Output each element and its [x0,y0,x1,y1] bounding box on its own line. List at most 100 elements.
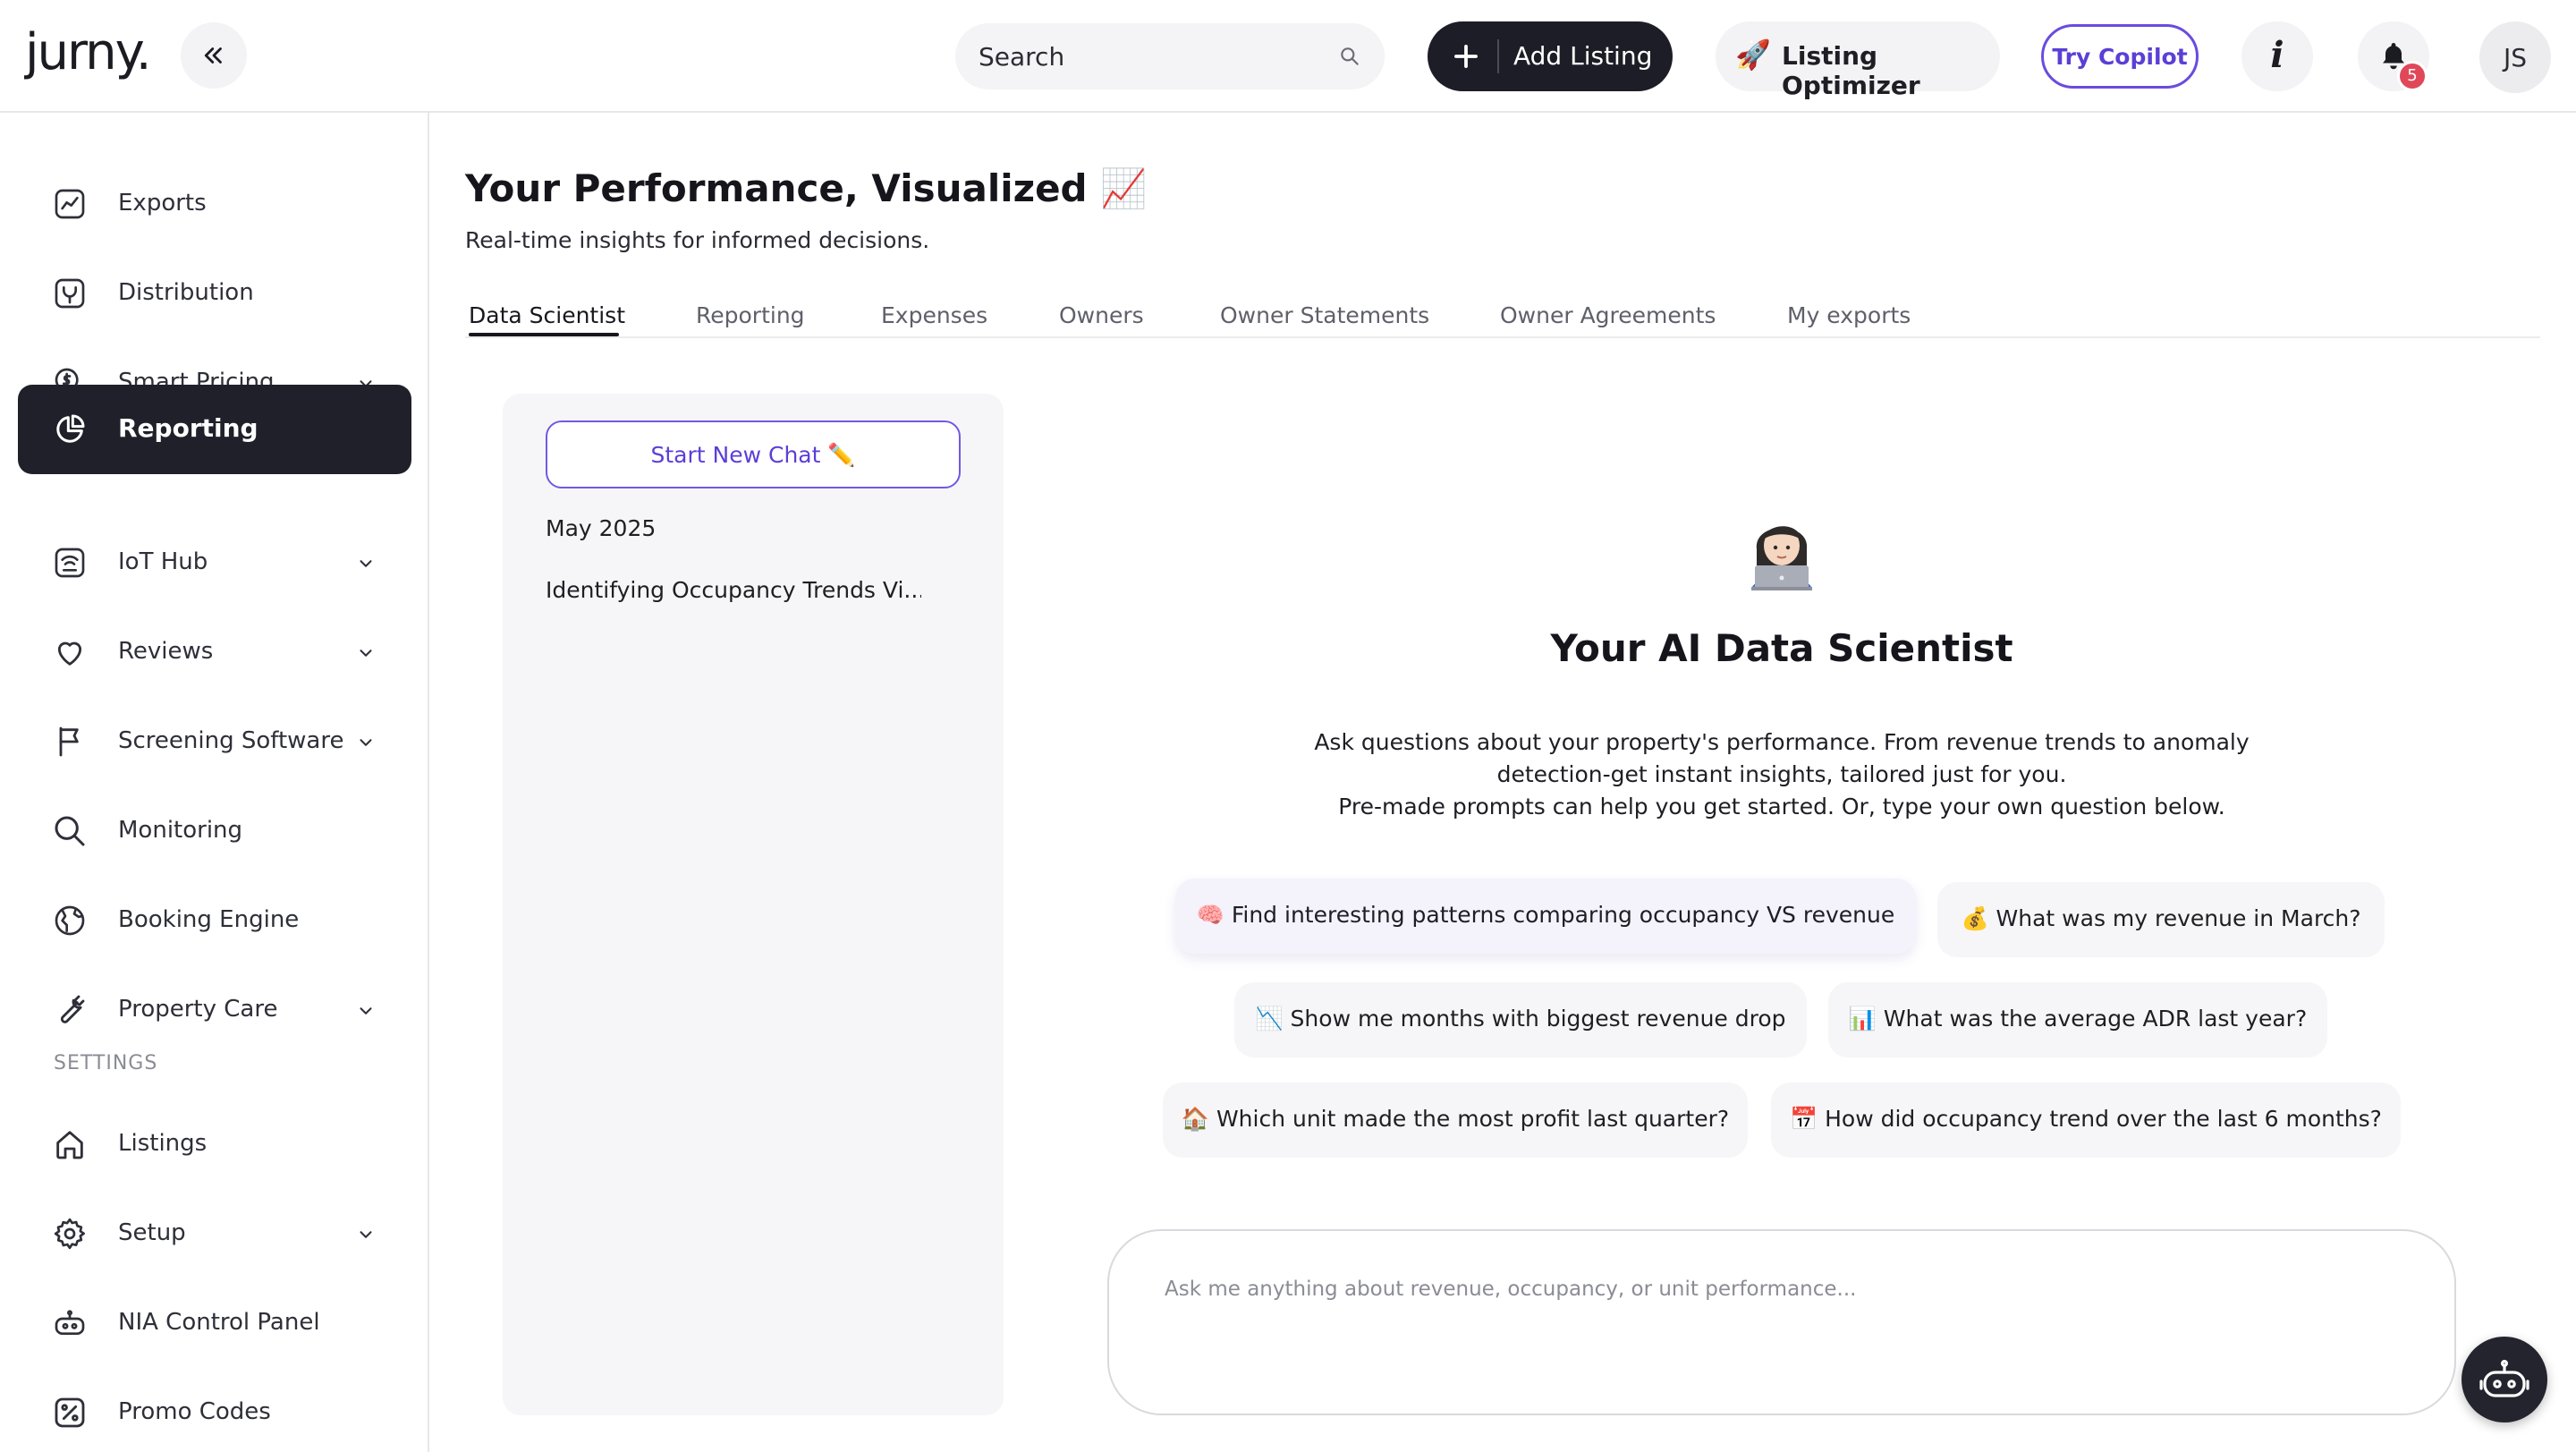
assistant-description-line: Pre-made prompts can help you get starte… [1338,794,2225,819]
info-button[interactable]: i [2241,21,2313,91]
prompt-chip[interactable]: 🏠 Which unit made the most profit last q… [1163,1083,1748,1158]
technologist-emoji-icon [1751,526,1812,590]
double-chevron-left-icon [204,47,222,64]
sidebar-item-label: IoT Hub [118,548,208,575]
sidebar-item-label: Listings [118,1130,208,1157]
ask-placeholder: Ask me anything about revenue, occupancy… [1165,1278,1857,1301]
listing-optimizer-button[interactable]: 🚀 Listing Optimizer [1716,21,2000,100]
listing-optimizer-label: Listing Optimizer [1782,41,1920,100]
sidebar-item-nia-control-panel[interactable]: NIA Control Panel [18,1278,411,1368]
sidebar-item-label: NIA Control Panel [118,1309,320,1336]
wrench-icon [60,995,85,1023]
robot-icon [2479,1359,2529,1397]
gear-icon [54,1218,85,1250]
prompt-chip-text: 📊 What was the average ADR last year? [1848,1006,2308,1032]
sidebar-item-label: Promo Codes [118,1398,271,1425]
chat-history-item[interactable]: Identifying Occupancy Trends Vi... [546,577,921,603]
tab-data-scientist[interactable]: Data Scientist [469,302,625,328]
collapse-sidebar-button[interactable] [181,22,247,89]
tab-my-exports[interactable]: My exports [1787,302,1911,328]
sidebar-item-reporting[interactable]: Reporting [18,385,411,474]
prompt-chip[interactable]: 🧠 Find interesting patterns comparing oc… [1175,879,1916,954]
sidebar-item-listings[interactable]: Listings [18,1100,411,1189]
tab-bar: Data Scientist Reporting Expenses Owners… [465,299,2540,338]
button-divider [1497,39,1499,73]
flag-icon [59,726,79,757]
add-listing-label: Add Listing [1513,41,1653,71]
page-subtitle: Real-time insights for informed decision… [465,227,930,253]
robot-icon [55,1310,85,1335]
plus-icon [1454,45,1478,68]
percent-icon [55,1397,85,1428]
tab-reporting[interactable]: Reporting [696,302,805,328]
sidebar-item-label: Exports [118,190,207,217]
tab-owner-statements[interactable]: Owner Statements [1220,302,1429,328]
page-title: Your Performance, Visualized 📈 [465,166,1148,210]
tab-owner-agreements[interactable]: Owner Agreements [1500,302,1716,328]
history-month-heading: May 2025 [546,515,657,541]
prompt-chip-text: 📉 Show me months with biggest revenue dr… [1255,1006,1786,1032]
prompt-chip[interactable]: 💰 What was my revenue in March? [1937,882,2385,957]
notification-count-badge: 5 [2397,61,2428,91]
assistant-description: Ask questions about your property's perf… [1245,726,2318,823]
sidebar-item-booking-engine[interactable]: Booking Engine [18,876,411,965]
try-copilot-label: Try Copilot [2052,44,2188,70]
add-listing-button[interactable]: Add Listing [1428,21,1673,91]
sidebar-item-label: Monitoring [118,817,243,844]
sidebar-item-label: Property Care [118,996,278,1023]
chat-history-panel: Start New Chat ✏️ May 2025 Identifying O… [503,394,1004,1415]
pie-chart-icon [56,414,85,443]
user-avatar[interactable]: JS [2479,21,2551,93]
tab-owners[interactable]: Owners [1059,302,1144,328]
search-icon [1341,47,1359,65]
prompt-chip[interactable]: 📅 How did occupancy trend over the last … [1771,1083,2401,1158]
search-placeholder: Search [979,42,1065,72]
sidebar-item-setup[interactable]: Setup [18,1189,411,1278]
start-new-chat-label: Start New Chat ✏️ [650,442,856,468]
chevron-down-icon [360,1231,372,1238]
assistant-description-line: detection-get instant insights, tailored… [1496,761,2067,787]
avatar-initials: JS [2503,43,2528,72]
prompt-chip-text: 🧠 Find interesting patterns comparing oc… [1196,902,1895,928]
chevron-down-icon [360,650,372,657]
tab-expenses[interactable]: Expenses [881,302,987,328]
prompt-chip[interactable]: 📉 Show me months with biggest revenue dr… [1234,982,1807,1057]
sidebar-item-monitoring[interactable]: Monitoring [18,786,411,876]
iot-hub-icon [55,548,85,578]
sidebar-item-iot-hub[interactable]: IoT Hub [18,518,411,607]
assistant-title: Your AI Data Scientist [1550,626,2013,670]
home-icon [56,1131,83,1159]
top-header: jurny. Search Add Listing 🚀 Listing Opti… [0,0,2576,113]
notifications-button[interactable]: 5 [2358,21,2429,91]
chevron-down-icon [360,739,372,746]
sidebar-item-label: Setup [118,1219,186,1246]
ask-question-input[interactable]: Ask me anything about revenue, occupancy… [1107,1229,2456,1415]
sidebar-item-exports[interactable]: Exports [18,159,411,249]
sidebar-item-reviews[interactable]: Reviews [18,607,411,697]
search-input[interactable]: Search [955,23,1385,89]
sidebar-item-label: Reviews [118,638,214,665]
sidebar-item-promo-codes[interactable]: Promo Codes [18,1368,411,1452]
prompt-chip-text: 📅 How did occupancy trend over the last … [1790,1106,2382,1132]
assistant-bot-button[interactable] [2462,1337,2547,1422]
sidebar-item-label: Screening Software [118,727,344,754]
prompt-chip-text: 🏠 Which unit made the most profit last q… [1181,1106,1730,1132]
sidebar-item-distribution[interactable]: Distribution [18,249,411,338]
sidebar-item-label: Reporting [118,413,258,443]
sidebar-item-label: Booking Engine [118,906,300,933]
sidebar: Exports Distribution Smart Pricing Repor… [0,113,429,1452]
chevron-down-icon [360,1007,372,1015]
sidebar-item-screening-software[interactable]: Screening Software [18,697,411,786]
prompt-chip[interactable]: 📊 What was the average ADR last year? [1828,982,2327,1057]
globe-icon [55,905,85,936]
chevron-down-icon [360,560,372,567]
sidebar-item-property-care[interactable]: Property Care [18,965,411,1055]
settings-heading: SETTINGS [54,1052,158,1074]
jurny-logo[interactable]: jurny. [25,23,152,81]
prompt-chip-text: 💰 What was my revenue in March? [1961,905,2361,931]
start-new-chat-button[interactable]: Start New Chat ✏️ [546,420,961,488]
try-copilot-button[interactable]: Try Copilot [2041,24,2199,89]
assistant-description-line: Ask questions about your property's perf… [1314,729,2250,755]
active-tab-indicator [469,333,619,336]
heart-icon [57,641,82,666]
